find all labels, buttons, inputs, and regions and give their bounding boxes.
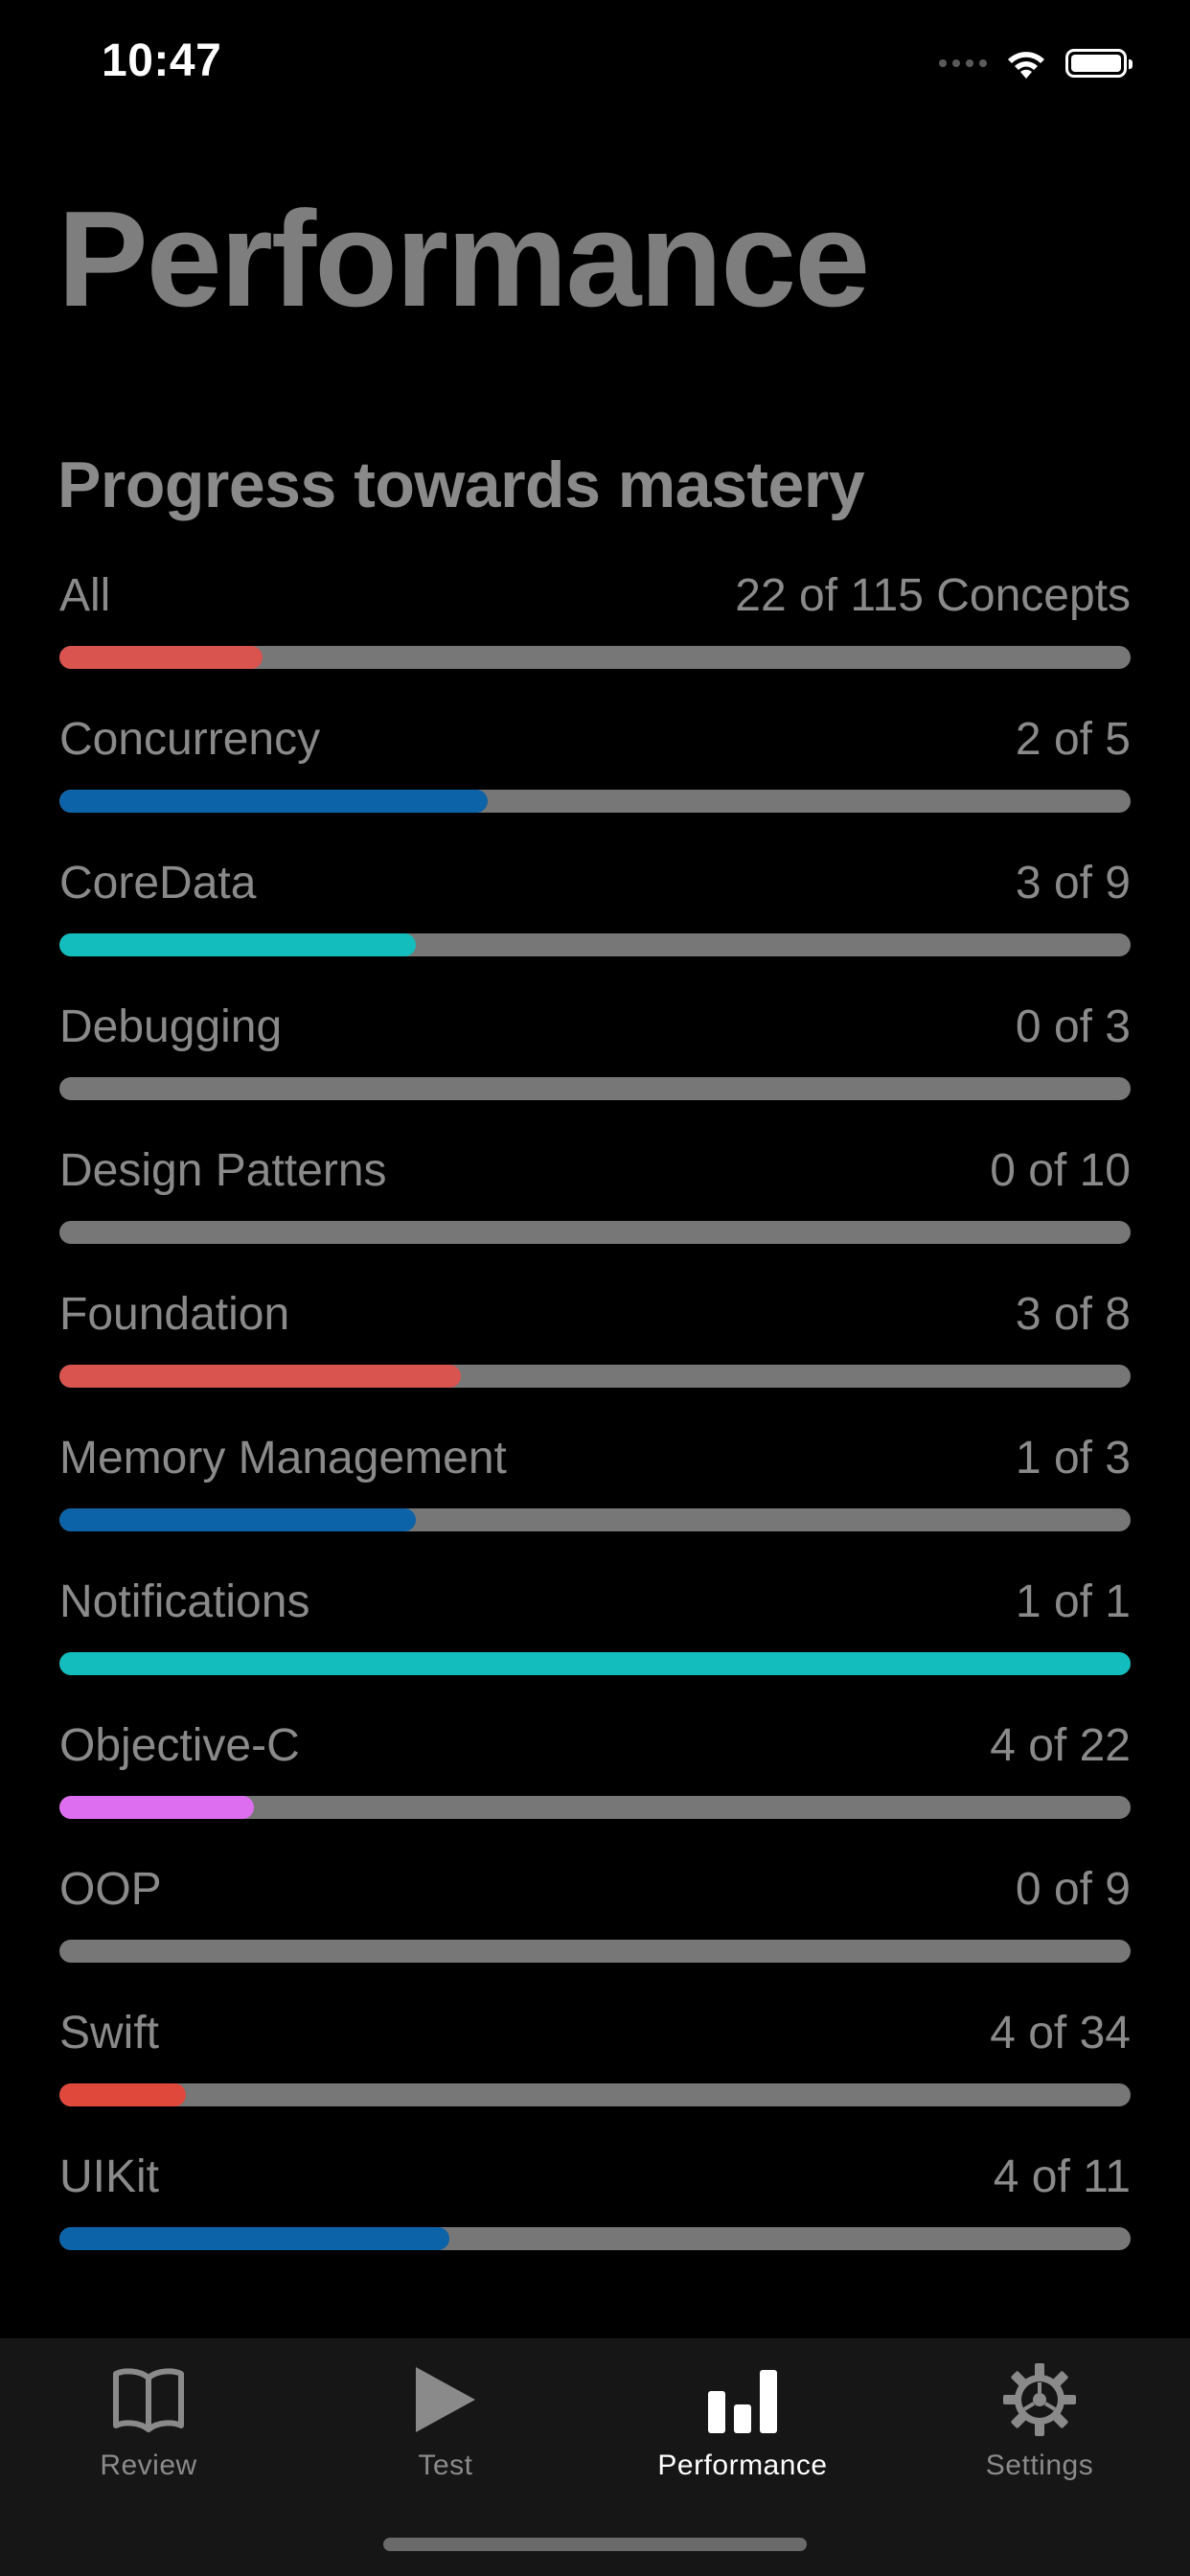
progress-row-design-patterns[interactable]: Design Patterns 0 of 10: [59, 1140, 1131, 1284]
row-count: 3 of 9: [1015, 858, 1131, 908]
tab-label: Performance: [657, 2450, 828, 2481]
progress-bar: [59, 2227, 1131, 2250]
book-icon: [113, 2368, 184, 2432]
progress-list: All 22 of 115 Concepts Concurrency 2 of …: [59, 565, 1131, 2290]
progress-row-all[interactable]: All 22 of 115 Concepts: [59, 565, 1131, 709]
progress-row-concurrency[interactable]: Concurrency 2 of 5: [59, 709, 1131, 853]
row-count: 0 of 10: [990, 1145, 1131, 1196]
progress-bar-fill: [59, 1796, 255, 1819]
tab-label: Test: [418, 2450, 473, 2481]
row-count: 1 of 3: [1015, 1433, 1131, 1484]
progress-row-foundation[interactable]: Foundation 3 of 8: [59, 1284, 1131, 1428]
wifi-icon: [1008, 52, 1044, 79]
row-count: 4 of 11: [993, 2151, 1131, 2202]
row-count: 4 of 22: [990, 1720, 1131, 1771]
row-name: Debugging: [59, 1001, 283, 1052]
row-name: UIKit: [59, 2151, 160, 2202]
row-count: 3 of 8: [1015, 1289, 1131, 1340]
progress-bar: [59, 1940, 1131, 1963]
progress-row-notifications[interactable]: Notifications 1 of 1: [59, 1572, 1131, 1715]
progress-bar: [59, 790, 1131, 813]
tab-label: Settings: [985, 2450, 1094, 2481]
row-name: Objective-C: [59, 1720, 300, 1771]
page-title: Performance: [57, 183, 870, 335]
row-name: CoreData: [59, 858, 257, 908]
row-name: Concurrency: [59, 714, 321, 765]
row-count: 1 of 1: [1015, 1576, 1131, 1627]
progress-bar: [59, 2083, 1131, 2106]
progress-row-objective-c[interactable]: Objective-C 4 of 22: [59, 1715, 1131, 1859]
progress-bar-fill: [59, 1652, 1131, 1675]
progress-bar: [59, 1508, 1131, 1531]
status-bar: 10:47: [0, 0, 1190, 126]
tab-label: Review: [100, 2450, 197, 2481]
progress-bar: [59, 1796, 1131, 1819]
progress-bar: [59, 646, 1131, 669]
row-name: Design Patterns: [59, 1145, 387, 1196]
play-icon: [416, 2367, 475, 2432]
progress-bar: [59, 1365, 1131, 1388]
progress-row-memory-management[interactable]: Memory Management 1 of 3: [59, 1428, 1131, 1572]
gear-icon: [1003, 2363, 1076, 2436]
status-time: 10:47: [102, 35, 222, 86]
status-icons: [939, 42, 1133, 84]
row-count: 0 of 9: [1015, 1864, 1131, 1915]
progress-row-uikit[interactable]: UIKit 4 of 11: [59, 2147, 1131, 2290]
progress-row-debugging[interactable]: Debugging 0 of 3: [59, 997, 1131, 1140]
row-name: OOP: [59, 1864, 162, 1915]
row-name: Swift: [59, 2008, 160, 2058]
row-count: 0 of 3: [1015, 1001, 1131, 1052]
row-name: Memory Management: [59, 1433, 507, 1484]
progress-bar: [59, 1652, 1131, 1675]
row-count: 4 of 34: [990, 2008, 1131, 2058]
row-name: All: [59, 570, 111, 621]
cellular-signal-icon: [939, 59, 987, 67]
progress-row-coredata[interactable]: CoreData 3 of 9: [59, 853, 1131, 997]
row-name: Foundation: [59, 1289, 290, 1340]
battery-icon: [1065, 49, 1133, 78]
bar-chart-icon: [708, 2370, 777, 2433]
progress-bar-fill: [59, 1508, 417, 1531]
row-count: 22 of 115 Concepts: [735, 570, 1131, 621]
progress-bar-fill: [59, 2083, 186, 2106]
row-name: Notifications: [59, 1576, 310, 1627]
tab-performance[interactable]: Performance: [594, 2356, 891, 2482]
tab-review[interactable]: Review: [0, 2356, 297, 2482]
progress-bar: [59, 933, 1131, 956]
section-title: Progress towards mastery: [57, 448, 865, 521]
tab-settings[interactable]: Settings: [891, 2356, 1188, 2482]
progress-bar-fill: [59, 1365, 462, 1388]
progress-row-oop[interactable]: OOP 0 of 9: [59, 1859, 1131, 2003]
home-indicator[interactable]: [383, 2538, 807, 2551]
progress-bar-fill: [59, 646, 263, 669]
progress-row-swift[interactable]: Swift 4 of 34: [59, 2003, 1131, 2147]
tab-test[interactable]: Test: [297, 2356, 594, 2482]
progress-bar-fill: [59, 2227, 449, 2250]
row-count: 2 of 5: [1015, 714, 1131, 765]
progress-bar: [59, 1077, 1131, 1100]
progress-bar-fill: [59, 933, 417, 956]
progress-bar-fill: [59, 790, 489, 813]
progress-bar: [59, 1221, 1131, 1244]
